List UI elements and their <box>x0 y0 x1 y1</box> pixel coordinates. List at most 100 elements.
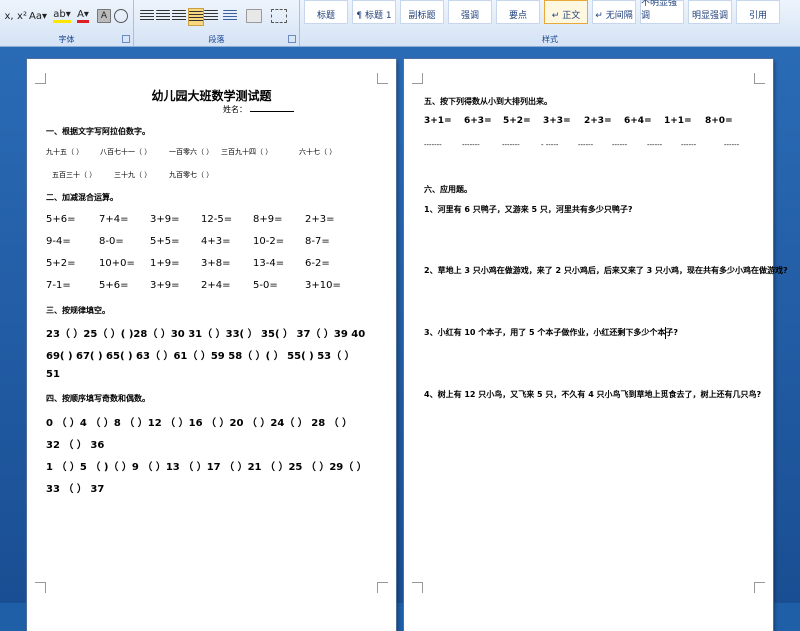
fill-item: 八百七十一（ ） <box>100 148 152 156</box>
shading-button[interactable] <box>244 8 264 24</box>
margin-mark <box>377 582 388 593</box>
style-item[interactable]: ¶ 标题 1 <box>352 0 396 24</box>
change-case-label: Aa▾ <box>29 10 47 22</box>
arithmetic-item: 1+9= <box>150 258 180 269</box>
borders-button[interactable] <box>268 8 290 24</box>
section-1-heading: 一、根据文字写阿拉伯数字。 <box>46 127 150 136</box>
align-right-button[interactable] <box>172 8 186 24</box>
align-left-button[interactable] <box>140 8 154 24</box>
shading-icon <box>246 9 262 23</box>
text-cursor <box>665 327 666 339</box>
arithmetic-item: 7+4= <box>99 214 129 225</box>
arithmetic-item: 5+6= <box>99 280 129 291</box>
fill-item: 九百零七（ ） <box>169 171 214 179</box>
style-item[interactable]: ↵ 无间隔 <box>592 0 636 24</box>
name-underline <box>250 111 294 112</box>
answer-blank: ------- <box>462 141 480 149</box>
sort-item: 6+4= <box>624 116 652 126</box>
arithmetic-item: 2+3= <box>305 214 335 225</box>
odd-even-line: 33 （ ） 37 <box>46 484 105 495</box>
sort-item: 6+3= <box>464 116 492 126</box>
answer-blank: ------ <box>681 141 697 149</box>
arithmetic-item: 5-0= <box>253 280 278 291</box>
style-item-label: ↵ 无间隔 <box>595 11 633 21</box>
arithmetic-item: 4+3= <box>201 236 231 247</box>
superscript-button[interactable]: x² <box>16 8 28 24</box>
sequence-line: 51 <box>46 369 60 380</box>
change-case-button[interactable]: Aa▾ <box>28 8 48 24</box>
arithmetic-item: 9-4= <box>46 236 71 247</box>
align-right-icon <box>172 10 186 22</box>
ribbon: x, x² Aa▾ ab▾ A▾ A 字体 段落 标题 ¶ 标题 1 副标题 强调 要点… <box>0 0 800 47</box>
section-5-heading: 五、按下列得数从小到大排列出来。 <box>424 97 552 106</box>
arithmetic-item: 2+4= <box>201 280 231 291</box>
fill-item: 三百九十四（ ） <box>221 148 273 156</box>
justify-button[interactable] <box>188 8 204 26</box>
fill-item: 六十七（ ） <box>299 148 337 156</box>
style-item[interactable]: 副标题 <box>400 0 444 24</box>
style-item[interactable]: 标题 <box>304 0 348 24</box>
section-3-heading: 三、按规律填空。 <box>46 306 110 315</box>
sort-item: 5+2= <box>503 116 531 126</box>
line-spacing-button[interactable] <box>220 8 240 24</box>
distributed-icon <box>204 10 218 22</box>
fill-item: 五百三十（ ） <box>52 171 97 179</box>
sort-item: 8+0= <box>705 116 733 126</box>
font-group: x, x² Aa▾ ab▾ A▾ A 字体 <box>0 0 134 46</box>
style-item[interactable]: 引用 <box>736 0 780 24</box>
style-item-label: 强调 <box>460 11 479 21</box>
font-color-button[interactable]: A▾ <box>72 8 94 24</box>
margin-mark <box>35 582 46 593</box>
sort-item: 2+3= <box>584 116 612 126</box>
char-shading-button[interactable]: A <box>97 8 111 24</box>
style-item-label: 引用 <box>748 11 767 21</box>
superscript-label: x² <box>17 10 27 22</box>
document-title: 幼儿园大班数学测试题 <box>151 89 272 103</box>
align-left-icon <box>140 10 154 22</box>
document-page-1[interactable]: 幼儿园大班数学测试题 姓名： 一、根据文字写阿拉伯数字。 九十五（ ） 八百七十… <box>27 59 396 631</box>
arithmetic-item: 10+0= <box>99 258 135 269</box>
section-4-heading: 四、按顺序填写奇数和偶数。 <box>46 394 150 403</box>
paragraph-dialog-launcher[interactable] <box>288 35 296 43</box>
answer-blank: ------ <box>647 141 663 149</box>
font-group-title: 字体 <box>58 35 75 44</box>
sort-item: 3+1= <box>424 116 452 126</box>
highlight-label: ab▾ <box>53 9 71 23</box>
odd-even-line: 1 （ ）5 （ )（ ）9 （ ）13 （ ）17 （ ）21 （ ）25 （… <box>46 462 367 473</box>
odd-even-line: 0 （ ）4 （ ）8 （ ）12 （ ）16 （ ）20 （ ）24（ ） 2… <box>46 418 353 429</box>
arithmetic-item: 8-7= <box>305 236 330 247</box>
style-item-label: ↵ 正文 <box>551 11 581 21</box>
document-page-2[interactable]: 五、按下列得数从小到大排列出来。 3+1= 6+3= 5+2= 3+3= 2+3= 6+4… <box>404 59 788 631</box>
sort-item: 1+1= <box>664 116 692 126</box>
answer-blank: ------ <box>578 141 594 149</box>
subscript-button[interactable]: x, <box>2 8 16 24</box>
arithmetic-item: 3+9= <box>150 280 180 291</box>
margin-mark <box>754 73 765 84</box>
align-center-button[interactable] <box>156 8 170 24</box>
enclose-char-button[interactable] <box>114 8 128 24</box>
style-item-label: 标题 <box>316 11 335 21</box>
answer-blank: ------ <box>724 141 740 149</box>
style-item[interactable]: ↵ 正文 <box>544 0 588 24</box>
style-item[interactable]: 明显强调 <box>688 0 732 24</box>
styles-group: 标题 ¶ 标题 1 副标题 强调 要点 ↵ 正文 ↵ 无间隔 不明显强调 明显强调 引用 样式 <box>300 0 800 46</box>
arithmetic-item: 8+9= <box>253 214 283 225</box>
document-area[interactable]: 幼儿园大班数学测试题 姓名： 一、根据文字写阿拉伯数字。 九十五（ ） 八百七十… <box>0 47 800 631</box>
style-item[interactable]: 不明显强调 <box>640 0 684 24</box>
font-dialog-launcher[interactable] <box>122 35 130 43</box>
fill-item: 三十九（ ） <box>114 171 152 179</box>
highlight-button[interactable]: ab▾ <box>52 8 72 24</box>
borders-icon <box>271 9 287 23</box>
style-item[interactable]: 要点 <box>496 0 540 24</box>
subscript-label: x, <box>4 10 14 22</box>
style-item[interactable]: 强调 <box>448 0 492 24</box>
arithmetic-item: 3+10= <box>305 280 341 291</box>
arithmetic-item: 10-2= <box>253 236 285 247</box>
word-problem-3: 3、小红有 10 个本子，用了 5 个本子做作业，小红还剩下多少个本子? <box>424 328 679 337</box>
arithmetic-item: 13-4= <box>253 258 285 269</box>
styles-group-title: 样式 <box>542 35 558 44</box>
sequence-line: 23（ ）25（ ）( )28（ ）30 31（ ）33( ） 35( ） 37… <box>46 329 366 340</box>
style-item-label: ¶ 标题 1 <box>356 11 392 21</box>
distributed-button[interactable] <box>204 8 218 24</box>
name-label: 姓名： <box>223 105 247 114</box>
